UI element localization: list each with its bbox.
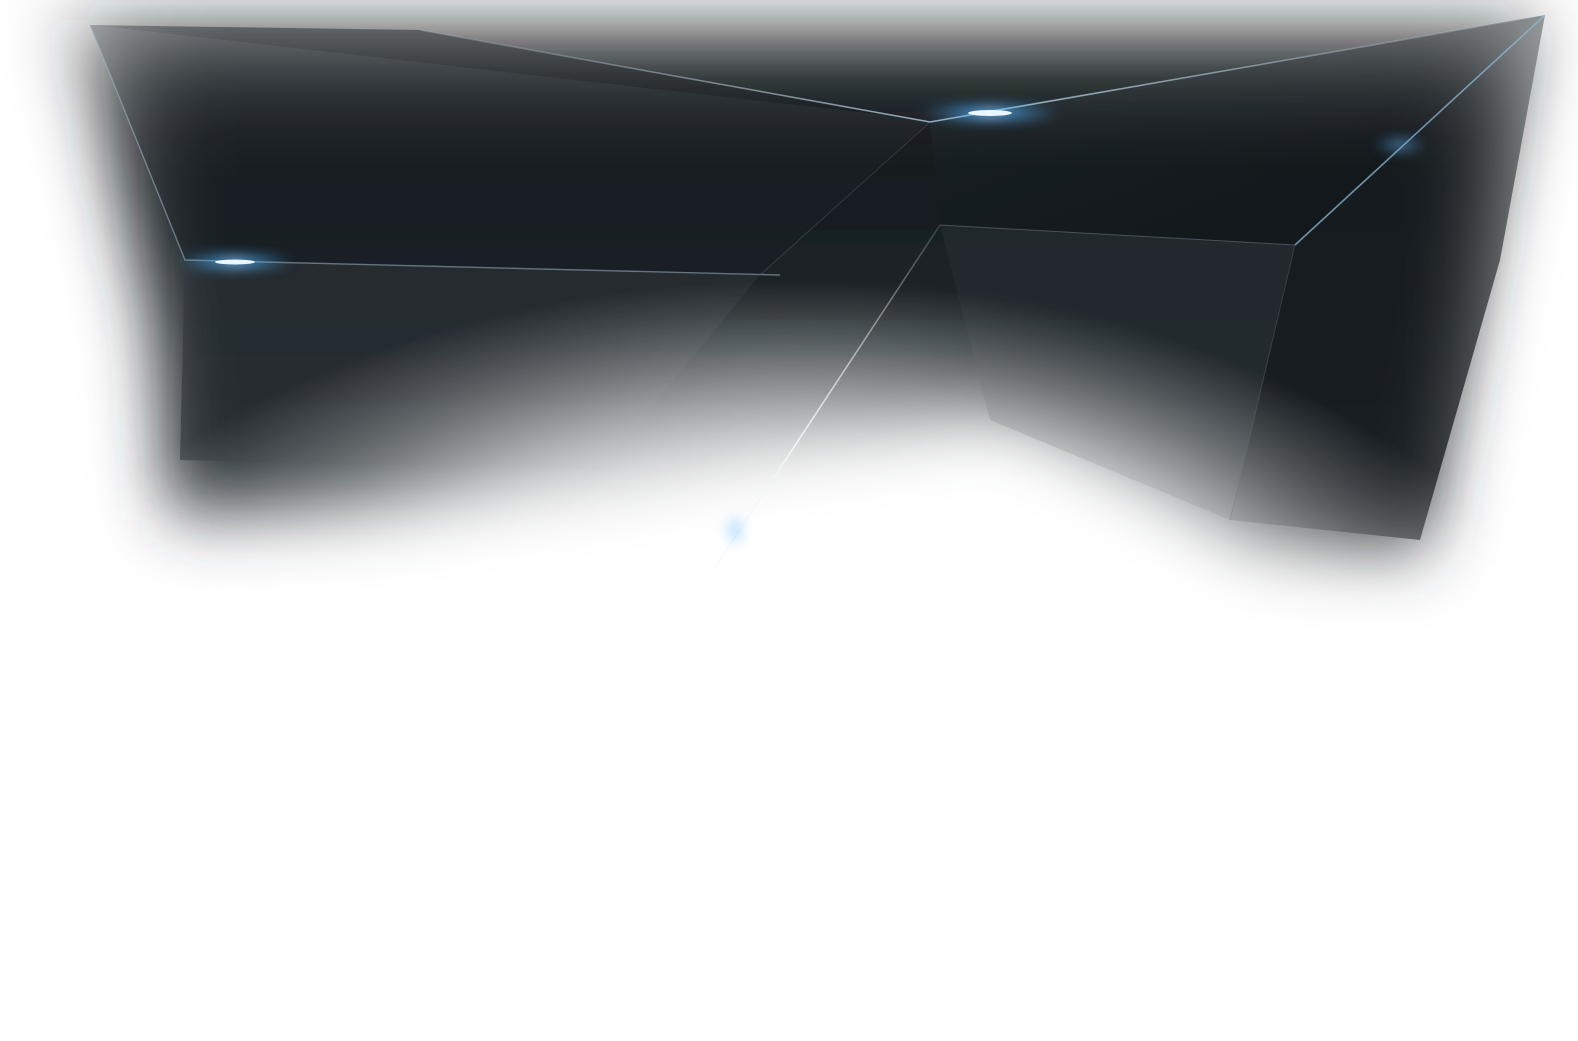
abstract-background bbox=[0, 0, 1578, 1041]
dark-geometric-artwork bbox=[0, 0, 1578, 1041]
